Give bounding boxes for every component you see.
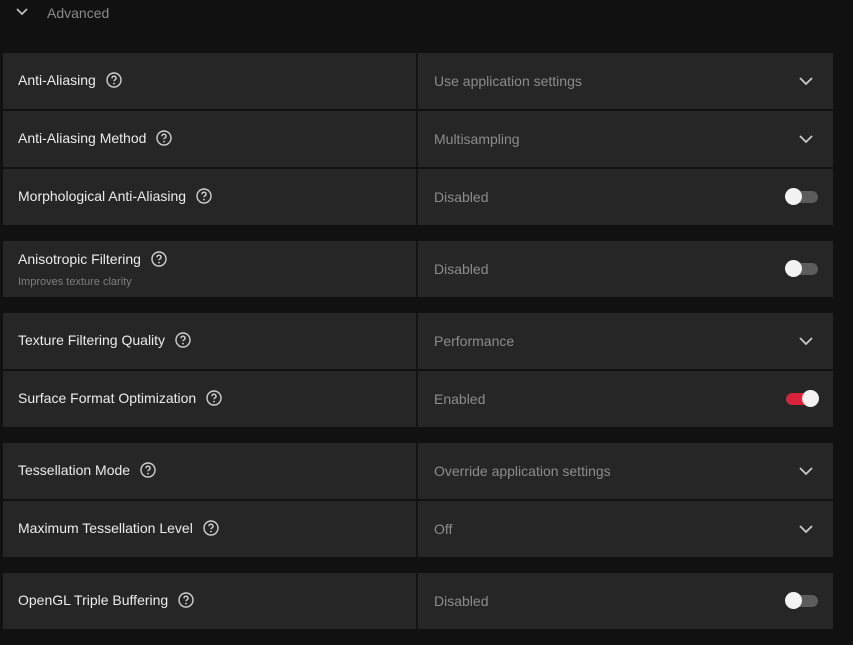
setting-name: Tessellation Mode bbox=[18, 462, 131, 478]
setting-row-texture-filtering-quality: Texture Filtering Quality Performance bbox=[3, 313, 833, 369]
setting-row-maximum-tessellation-level: Maximum Tessellation Level Off bbox=[3, 501, 833, 557]
dropdown-value: Use application settings bbox=[434, 73, 582, 89]
opengl-triple-buffering-toggle[interactable] bbox=[785, 592, 818, 609]
chevron-down-icon[interactable] bbox=[799, 464, 813, 478]
help-circle-icon[interactable] bbox=[196, 188, 212, 204]
advanced-settings-page: Advanced Anti-Aliasing Use application s… bbox=[0, 0, 853, 645]
help-circle-icon[interactable] bbox=[151, 251, 167, 267]
setting-row-anisotropic-filtering: Anisotropic Filtering Improves texture c… bbox=[3, 241, 833, 297]
settings-group-texture: Texture Filtering Quality Performance Su… bbox=[3, 313, 833, 429]
toggle-knob bbox=[802, 390, 819, 407]
setting-name: OpenGL Triple Buffering bbox=[18, 592, 169, 608]
texture-filtering-quality-dropdown[interactable]: Performance bbox=[418, 313, 833, 369]
dropdown-value: Off bbox=[434, 521, 453, 537]
setting-row-opengl-triple-buffering: OpenGL Triple Buffering Disabled bbox=[3, 573, 833, 629]
setting-description: Improves texture clarity bbox=[18, 276, 132, 288]
help-circle-icon[interactable] bbox=[175, 332, 191, 348]
setting-label: OpenGL Triple Buffering bbox=[18, 592, 194, 608]
advanced-section-header[interactable]: Advanced bbox=[0, 0, 853, 28]
anisotropic-filtering-toggle[interactable] bbox=[785, 260, 818, 277]
chevron-down-icon[interactable] bbox=[799, 132, 813, 146]
chevron-down-icon[interactable] bbox=[799, 74, 813, 88]
anisotropic-filtering-cell: Disabled bbox=[418, 241, 833, 297]
setting-row-morphological-anti-aliasing: Morphological Anti-Aliasing Disabled bbox=[3, 169, 833, 225]
anti-aliasing-method-dropdown[interactable]: Multisampling bbox=[418, 111, 833, 167]
setting-name: Morphological Anti-Aliasing bbox=[18, 188, 187, 204]
chevron-down-icon[interactable] bbox=[799, 522, 813, 536]
setting-row-anti-aliasing: Anti-Aliasing Use application settings bbox=[3, 53, 833, 109]
surface-format-optimization-toggle[interactable] bbox=[786, 390, 819, 407]
setting-row-surface-format-optimization: Surface Format Optimization Enabled bbox=[3, 371, 833, 427]
toggle-state-text: Enabled bbox=[434, 391, 486, 407]
morphological-aa-cell: Disabled bbox=[418, 169, 833, 225]
chevron-down-icon[interactable] bbox=[15, 5, 29, 19]
settings-group-opengl: OpenGL Triple Buffering Disabled bbox=[3, 573, 833, 631]
setting-label-cell: Anisotropic Filtering Improves texture c… bbox=[3, 241, 418, 297]
help-circle-icon[interactable] bbox=[156, 130, 173, 146]
setting-label: Anti-Aliasing bbox=[18, 72, 122, 88]
dropdown-value: Performance bbox=[434, 333, 515, 349]
morphological-aa-toggle[interactable] bbox=[785, 188, 818, 205]
setting-row-anti-aliasing-method: Anti-Aliasing Method Multisampling bbox=[3, 111, 833, 167]
setting-label: Surface Format Optimization bbox=[18, 390, 222, 406]
setting-name: Texture Filtering Quality bbox=[18, 332, 166, 348]
toggle-knob bbox=[785, 188, 802, 205]
settings-group-antialiasing: Anti-Aliasing Use application settings A… bbox=[3, 53, 833, 227]
help-circle-icon[interactable] bbox=[178, 592, 194, 608]
setting-label-cell: Texture Filtering Quality bbox=[3, 313, 418, 369]
settings-group-tessellation: Tessellation Mode Override application s… bbox=[3, 443, 833, 559]
setting-name: Maximum Tessellation Level bbox=[18, 520, 193, 536]
dropdown-value: Override application settings bbox=[434, 463, 611, 479]
setting-label: Maximum Tessellation Level bbox=[18, 520, 219, 536]
chevron-down-icon[interactable] bbox=[799, 334, 813, 348]
toggle-state-text: Disabled bbox=[434, 261, 489, 277]
setting-label-cell: Maximum Tessellation Level bbox=[3, 501, 418, 557]
setting-label: Anisotropic Filtering bbox=[18, 251, 167, 267]
setting-label: Texture Filtering Quality bbox=[18, 332, 191, 348]
setting-label: Morphological Anti-Aliasing bbox=[18, 188, 212, 204]
settings-group-anisotropic: Anisotropic Filtering Improves texture c… bbox=[3, 241, 833, 299]
tessellation-mode-dropdown[interactable]: Override application settings bbox=[418, 443, 833, 499]
help-circle-icon[interactable] bbox=[203, 520, 219, 536]
maximum-tessellation-level-dropdown[interactable]: Off bbox=[418, 501, 833, 557]
setting-label: Tessellation Mode bbox=[18, 462, 156, 478]
toggle-knob bbox=[785, 260, 802, 277]
setting-name: Anisotropic Filtering bbox=[18, 251, 141, 267]
section-title: Advanced bbox=[47, 5, 110, 21]
setting-label-cell: Tessellation Mode bbox=[3, 443, 418, 499]
toggle-state-text: Disabled bbox=[434, 593, 489, 609]
setting-name: Anti-Aliasing Method bbox=[18, 130, 147, 146]
setting-label-cell: Surface Format Optimization bbox=[3, 371, 418, 427]
setting-label-cell: Anti-Aliasing Method bbox=[3, 111, 418, 167]
setting-label: Anti-Aliasing Method bbox=[18, 130, 173, 146]
help-circle-icon[interactable] bbox=[140, 462, 156, 478]
setting-label-cell: OpenGL Triple Buffering bbox=[3, 573, 418, 629]
help-circle-icon[interactable] bbox=[106, 72, 122, 88]
setting-row-tessellation-mode: Tessellation Mode Override application s… bbox=[3, 443, 833, 499]
dropdown-value: Multisampling bbox=[434, 131, 520, 147]
setting-label-cell: Anti-Aliasing bbox=[3, 53, 418, 109]
setting-name: Anti-Aliasing bbox=[18, 72, 96, 88]
anti-aliasing-dropdown[interactable]: Use application settings bbox=[418, 53, 833, 109]
setting-label-cell: Morphological Anti-Aliasing bbox=[3, 169, 418, 225]
toggle-knob bbox=[785, 592, 802, 609]
help-circle-icon[interactable] bbox=[206, 390, 222, 406]
surface-format-optimization-cell: Enabled bbox=[418, 371, 833, 427]
toggle-state-text: Disabled bbox=[434, 189, 489, 205]
setting-name: Surface Format Optimization bbox=[18, 390, 197, 406]
opengl-triple-buffering-cell: Disabled bbox=[418, 573, 833, 629]
